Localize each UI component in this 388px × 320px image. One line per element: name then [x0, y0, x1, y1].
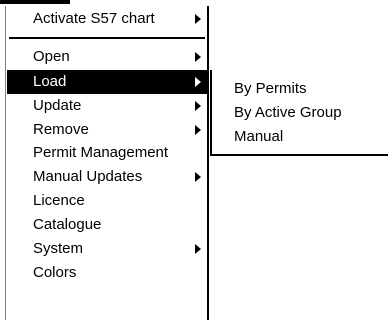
submenu-item-by-active-group[interactable]: By Active Group: [234, 101, 342, 125]
menu-item-label: Permit Management: [33, 144, 169, 161]
menu-item-label: Open: [33, 48, 70, 65]
submenu-arrow-icon: [195, 101, 201, 111]
menu-item-system[interactable]: System: [7, 237, 207, 261]
menu-item-label: Manual Updates: [33, 168, 143, 185]
menu-item-remove[interactable]: Remove: [7, 118, 207, 142]
menu-item-label: Load: [33, 73, 67, 90]
menu-item-label: Remove: [33, 121, 89, 138]
menu-item-licence[interactable]: Licence: [7, 189, 207, 213]
menu-item-label: Catalogue: [33, 216, 102, 233]
menu-item-label: Colors: [33, 264, 77, 281]
submenu-arrow-icon: [195, 14, 201, 24]
submenu-arrow-icon: [195, 172, 201, 182]
menu-item-label: Activate S57 chart: [33, 10, 155, 27]
main-menu: Activate S57 chart Open Load Update Remo…: [0, 0, 210, 320]
submenu-item-label: By Permits: [234, 80, 307, 97]
submenu-item-manual[interactable]: Manual: [234, 125, 283, 149]
menu-item-activate-s57-chart[interactable]: Activate S57 chart: [7, 7, 207, 31]
menu-item-update[interactable]: Update: [7, 94, 207, 118]
submenu-arrow-icon: [195, 125, 201, 135]
submenu-item-label: By Active Group: [234, 104, 342, 121]
menu-item-manual-updates[interactable]: Manual Updates: [7, 165, 207, 189]
menu-item-catalogue[interactable]: Catalogue: [7, 213, 207, 237]
submenu-arrow-icon: [195, 244, 201, 254]
submenu-item-label: Manual: [234, 128, 284, 145]
menu-item-open[interactable]: Open: [7, 45, 207, 69]
menu-tab-edge: [0, 0, 70, 4]
context-menu-screen: Activate S57 chart Open Load Update Remo…: [0, 0, 388, 320]
menu-top-edge: [0, 0, 210, 6]
menu-item-load[interactable]: Load: [7, 70, 207, 94]
submenu-arrow-icon: [195, 52, 201, 62]
load-submenu: By Permits By Active Group Manual: [210, 70, 388, 156]
submenu-item-by-permits[interactable]: By Permits: [234, 77, 307, 101]
menu-item-label: Licence: [33, 192, 85, 209]
menu-item-colors[interactable]: Colors: [7, 261, 207, 285]
menu-separator: [9, 37, 205, 39]
menu-item-label: System: [33, 240, 84, 257]
menu-item-permit-management[interactable]: Permit Management: [7, 141, 207, 165]
menu-item-label: Update: [33, 97, 82, 114]
menu-left-edge: [0, 0, 6, 320]
submenu-arrow-icon: [195, 77, 201, 87]
